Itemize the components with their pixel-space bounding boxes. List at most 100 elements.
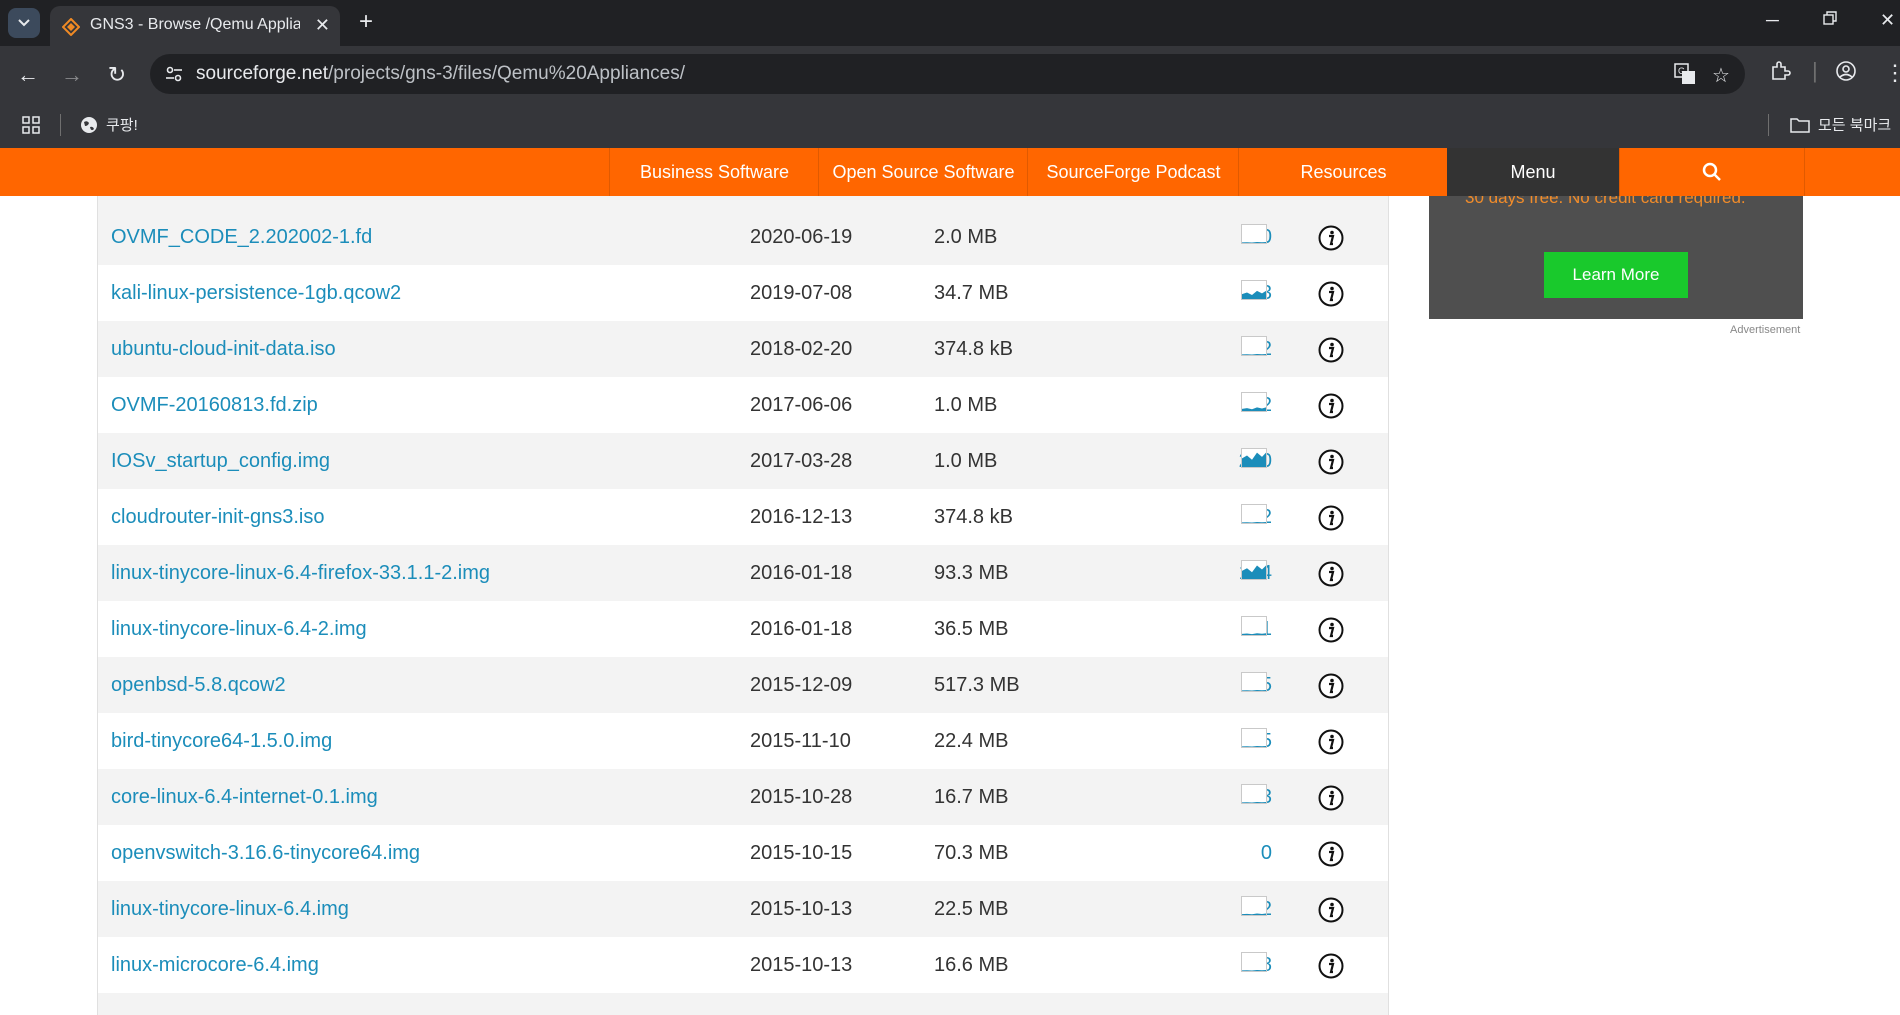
table-row-partial <box>98 993 1388 1015</box>
download-sparkline[interactable] <box>1241 784 1267 804</box>
advertisement-label: Advertisement <box>1730 324 1801 336</box>
minimize-icon[interactable]: ─ <box>1766 10 1779 31</box>
nav-search-button[interactable] <box>1619 148 1805 196</box>
file-size: 1.0 MB <box>934 394 998 416</box>
file-name-link[interactable]: OVMF_CODE_2.202002-1.fd <box>111 226 372 249</box>
table-row: bird-tinycore64-1.5.0.img 2015-11-10 22.4 … <box>98 713 1388 769</box>
file-date: 2015-10-13 <box>750 898 853 920</box>
info-icon[interactable] <box>1318 281 1344 307</box>
restore-icon[interactable] <box>1822 10 1838 31</box>
file-date: 2015-10-15 <box>750 842 853 864</box>
file-date: 2017-03-28 <box>750 450 853 472</box>
file-name-link[interactable]: linux-tinycore-linux-6.4-2.img <box>111 618 367 641</box>
info-icon[interactable] <box>1318 561 1344 587</box>
download-sparkline[interactable] <box>1241 560 1267 580</box>
extensions-icon[interactable] <box>1769 60 1791 88</box>
file-name-link[interactable]: linux-tinycore-linux-6.4.img <box>111 898 349 921</box>
file-size: 93.3 MB <box>934 562 1009 584</box>
close-window-icon[interactable]: ✕ <box>1880 10 1895 31</box>
sparkline-area <box>1242 690 1266 691</box>
sparkline-area <box>1242 452 1266 467</box>
info-icon[interactable] <box>1318 225 1344 251</box>
file-size: 16.7 MB <box>934 786 1009 808</box>
table-row: kali-linux-persistence-1gb.qcow2 2019-07-… <box>98 265 1388 321</box>
file-size: 2.0 MB <box>934 226 998 248</box>
file-date: 2018-02-20 <box>750 338 853 360</box>
browser-toolbar: ← → ↻ sourceforge.net/projects/gns-3/fil… <box>0 46 1900 102</box>
download-sparkline[interactable] <box>1241 448 1267 468</box>
file-size: 16.6 MB <box>934 954 1009 976</box>
bookmarks-bar: 쿠팡! 모든 북마크 <box>0 102 1900 149</box>
forward-icon[interactable]: → <box>58 62 86 88</box>
download-sparkline[interactable] <box>1241 896 1267 916</box>
translate-icon[interactable]: G <box>1674 63 1696 91</box>
site-info-icon[interactable] <box>164 64 184 89</box>
address-bar[interactable]: sourceforge.net/projects/gns-3/files/Qem… <box>150 54 1745 94</box>
nav-sourceforge-podcast[interactable]: SourceForge Podcast <box>1027 148 1239 196</box>
bookmark-label: 쿠팡! <box>106 117 138 134</box>
url-host: sourceforge.net <box>196 63 329 84</box>
ad-learn-more-button[interactable]: Learn More <box>1544 252 1688 298</box>
all-bookmarks[interactable]: 모든 북마크 <box>1790 114 1891 135</box>
file-name-link[interactable]: cloudrouter-init-gns3.iso <box>111 506 324 529</box>
sparkline-area <box>1242 633 1266 635</box>
info-icon[interactable] <box>1318 505 1344 531</box>
download-sparkline[interactable] <box>1241 224 1267 244</box>
nav-menu-button[interactable]: Menu <box>1447 148 1619 196</box>
download-sparkline[interactable] <box>1241 392 1267 412</box>
file-list-table: OVMF_CODE_2.202002-1.fd 2020-06-19 2.0 MB 1… <box>97 196 1389 1015</box>
info-icon[interactable] <box>1318 841 1344 867</box>
url-text: sourceforge.net/projects/gns-3/files/Qem… <box>196 63 685 85</box>
download-sparkline[interactable] <box>1241 672 1267 692</box>
info-icon[interactable] <box>1318 897 1344 923</box>
file-name-link[interactable]: linux-microcore-6.4.img <box>111 954 319 977</box>
tab-close-icon[interactable]: ✕ <box>315 15 330 36</box>
file-name-link[interactable]: core-linux-6.4-internet-0.1.img <box>111 786 378 809</box>
info-icon[interactable] <box>1318 337 1344 363</box>
file-download-count[interactable]: 0 <box>1192 842 1272 865</box>
apps-grid-icon[interactable] <box>22 116 40 139</box>
more-menu-icon[interactable]: ⋮ <box>1884 60 1900 86</box>
bookmark-divider <box>60 114 61 136</box>
browser-tab-active[interactable]: GNS3 - Browse /Qemu Appliances ✕ <box>50 6 340 46</box>
download-sparkline[interactable] <box>1241 280 1267 300</box>
file-name-link[interactable]: openvswitch-3.16.6-tinycore64.img <box>111 842 420 865</box>
file-name-link[interactable]: ubuntu-cloud-init-data.iso <box>111 338 336 361</box>
file-size: 36.5 MB <box>934 618 1009 640</box>
profile-icon[interactable] <box>1835 60 1857 88</box>
nav-resources[interactable]: Resources <box>1238 148 1448 196</box>
info-icon[interactable] <box>1318 617 1344 643</box>
info-icon[interactable] <box>1318 729 1344 755</box>
new-tab-button[interactable]: + <box>352 8 380 36</box>
advertisement-banner[interactable]: 30 days free. No credit card required. L… <box>1429 196 1803 319</box>
back-icon[interactable]: ← <box>14 62 42 88</box>
info-icon[interactable] <box>1318 449 1344 475</box>
table-row: core-linux-6.4-internet-0.1.img 2015-10-2… <box>98 769 1388 825</box>
file-date: 2016-01-18 <box>750 618 853 640</box>
file-name-link[interactable]: OVMF-20160813.fd.zip <box>111 394 318 417</box>
file-size: 34.7 MB <box>934 282 1009 304</box>
tab-search-button[interactable] <box>8 8 40 38</box>
info-icon[interactable] <box>1318 673 1344 699</box>
file-name-link[interactable]: bird-tinycore64-1.5.0.img <box>111 730 332 753</box>
table-row-partial <box>98 196 1388 209</box>
nav-business-software[interactable]: Business Software <box>609 148 819 196</box>
info-icon[interactable] <box>1318 785 1344 811</box>
download-sparkline[interactable] <box>1241 616 1267 636</box>
bookmark-coupang[interactable]: 쿠팡! <box>80 114 138 135</box>
nav-open-source-software[interactable]: Open Source Software <box>818 148 1028 196</box>
download-sparkline[interactable] <box>1241 728 1267 748</box>
file-name-link[interactable]: IOSv_startup_config.img <box>111 450 330 473</box>
download-sparkline[interactable] <box>1241 336 1267 356</box>
file-name-link[interactable]: linux-tinycore-linux-6.4-firefox-33.1.1-… <box>111 562 490 585</box>
file-name-link[interactable]: openbsd-5.8.qcow2 <box>111 674 286 697</box>
bookmark-star-icon[interactable]: ☆ <box>1712 63 1730 88</box>
table-row: OVMF-20160813.fd.zip2017-06-061.0 MB22 <box>98 377 1388 433</box>
download-sparkline[interactable] <box>1241 952 1267 972</box>
file-name-link[interactable]: kali-linux-persistence-1gb.qcow2 <box>111 282 401 305</box>
reload-icon[interactable]: ↻ <box>103 62 131 88</box>
info-icon[interactable] <box>1318 393 1344 419</box>
sparkline-area <box>1242 970 1266 971</box>
download-sparkline[interactable] <box>1241 504 1267 524</box>
info-icon[interactable] <box>1318 953 1344 979</box>
